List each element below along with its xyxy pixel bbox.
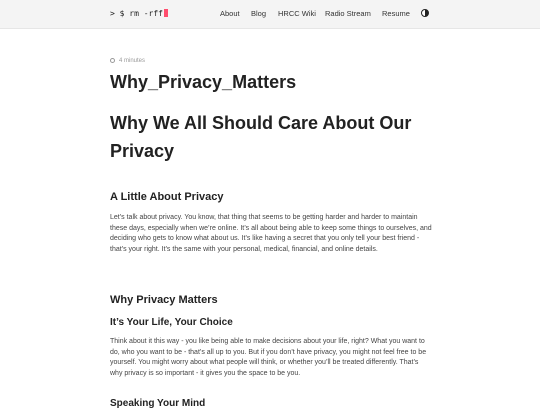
- nav-link-blog[interactable]: Blog: [251, 8, 266, 20]
- post-title: Why_Privacy_Matters: [110, 72, 297, 92]
- section-heading: Why Privacy Matters: [110, 294, 218, 306]
- nav-link-resume[interactable]: Resume: [382, 8, 410, 20]
- subsection-heading: It’s Your Life, Your Choice: [110, 317, 233, 328]
- section-paragraph: Think about it this way - you like being…: [110, 338, 427, 377]
- section-heading: A Little About Privacy: [110, 191, 224, 203]
- theme-toggle-icon[interactable]: [421, 9, 429, 17]
- logo-text: > $ rm -rff: [110, 9, 163, 18]
- subsection-heading: Speaking Your Mind: [110, 398, 206, 409]
- clock-icon: [110, 58, 115, 63]
- nav-link-hrcc-wiki[interactable]: HRCC Wiki: [278, 8, 316, 20]
- site-logo[interactable]: > $ rm -rff: [110, 8, 168, 20]
- site-header: > $ rm -rff About Blog HRCC Wiki Radio S…: [0, 0, 540, 29]
- cursor-icon: [163, 9, 168, 17]
- article-heading: Why We All Should Care About Our Privacy: [110, 113, 412, 161]
- read-time: 4 minutes: [119, 58, 146, 64]
- post-meta: 4 minutes: [110, 57, 145, 65]
- section-paragraph: Let’s talk about privacy. You know, that…: [110, 214, 432, 253]
- nav-link-radio-stream[interactable]: Radio Stream: [325, 8, 371, 20]
- nav-link-about[interactable]: About: [220, 8, 240, 20]
